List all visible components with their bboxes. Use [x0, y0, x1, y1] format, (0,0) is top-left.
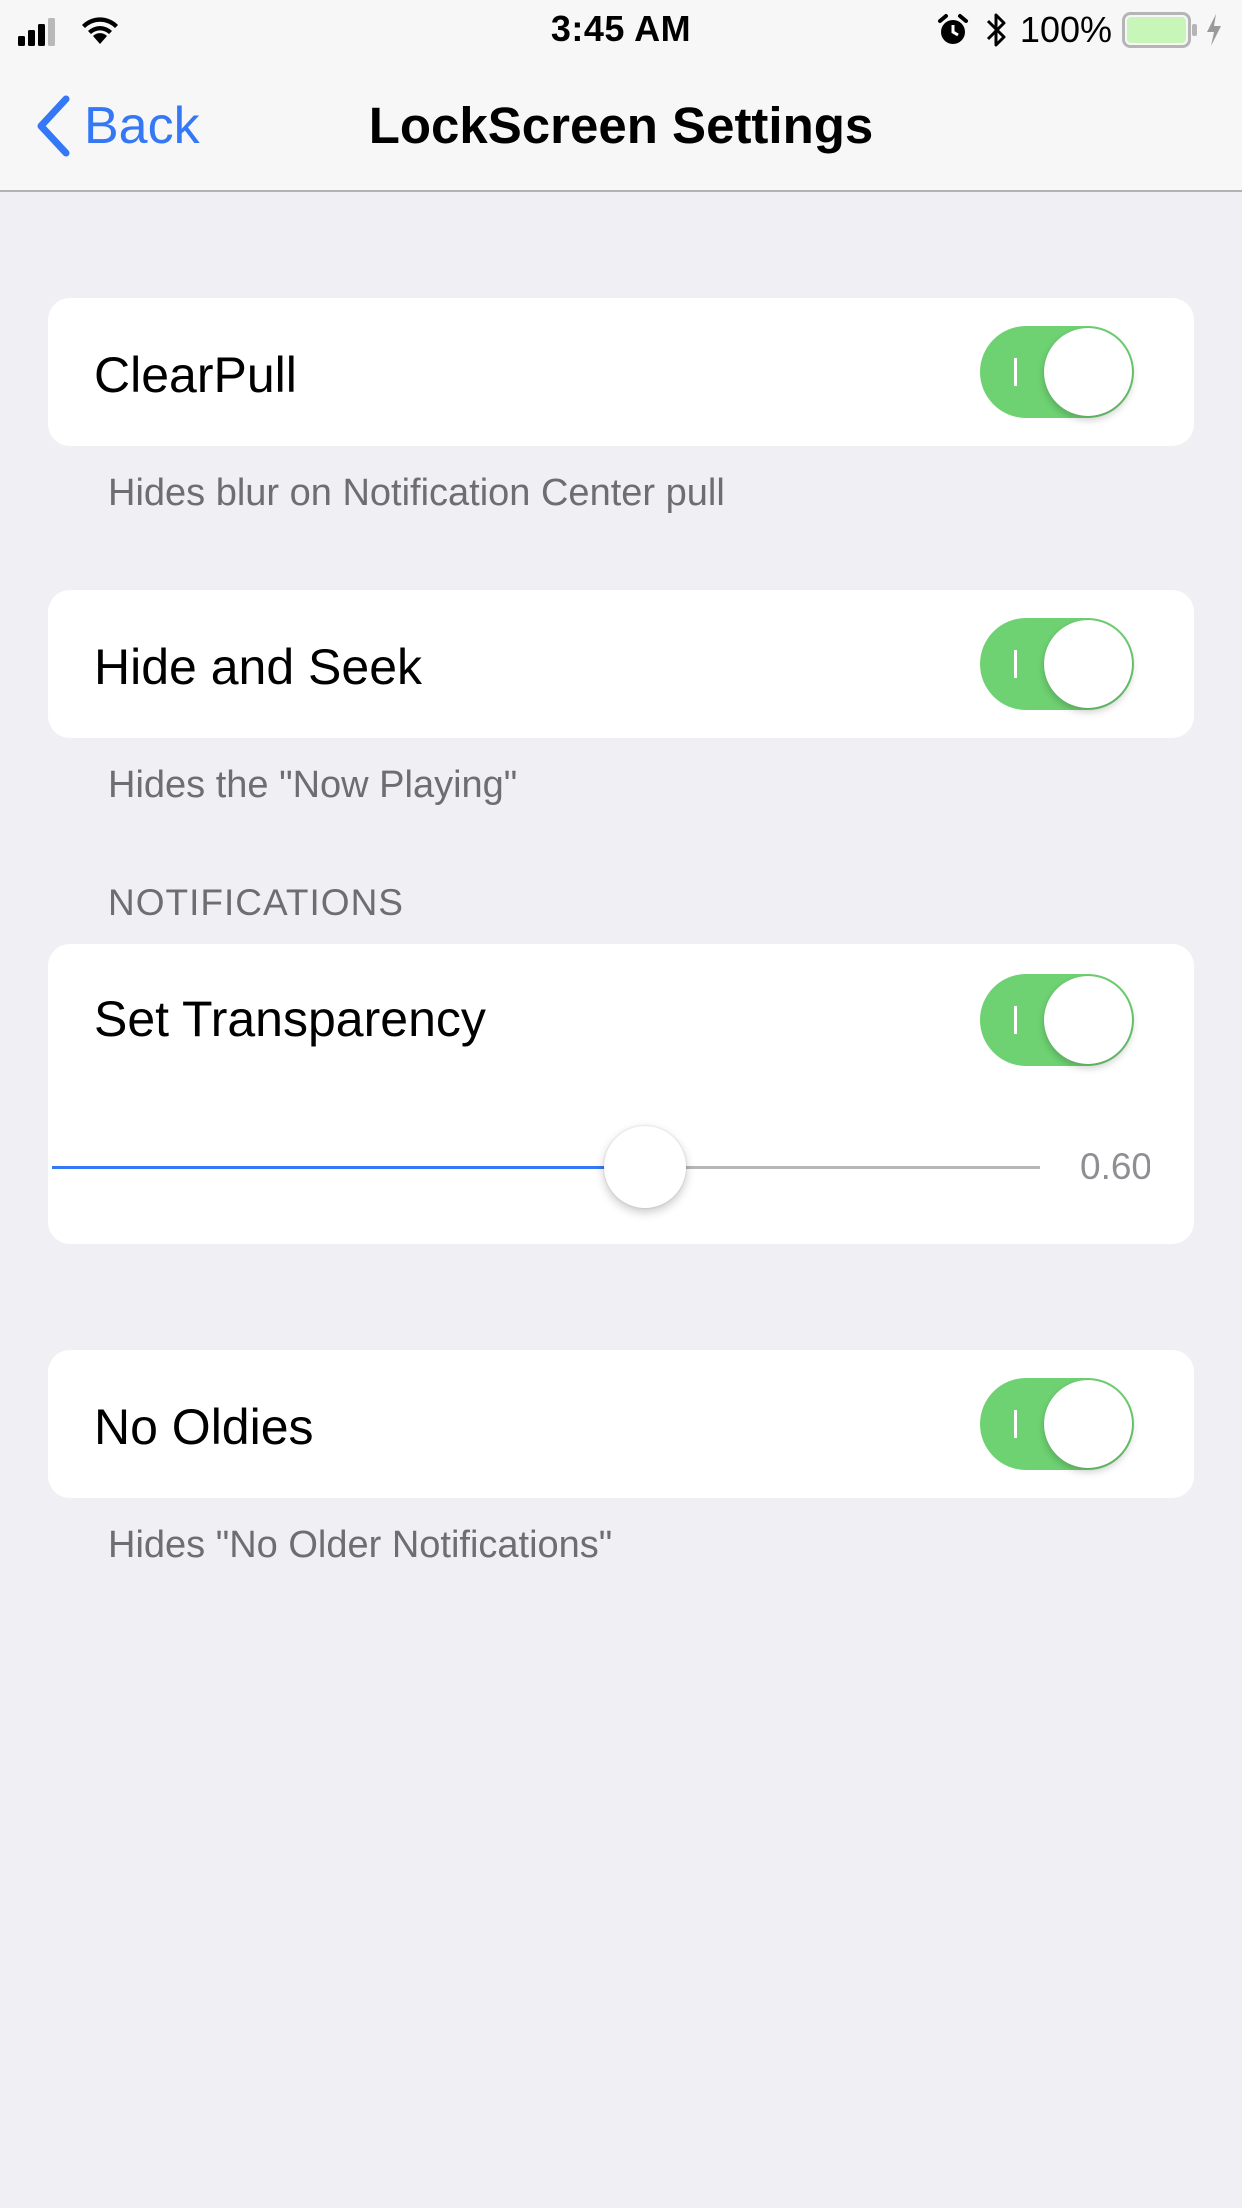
hide-and-seek-footer: Hides the "Now Playing" — [108, 764, 518, 806]
clearpull-label: ClearPull — [94, 347, 297, 403]
hide-and-seek-cell: Hide and Seek — [48, 590, 1194, 738]
clearpull-footer: Hides blur on Notification Center pull — [108, 472, 725, 514]
clearpull-cell: ClearPull — [48, 298, 1194, 446]
status-bar: 3:45 AM 100% — [0, 0, 1242, 60]
no-oldies-cell: No Oldies — [48, 1350, 1194, 1498]
no-oldies-footer: Hides "No Older Notifications" — [108, 1524, 613, 1566]
battery-percent: 100% — [1019, 9, 1112, 50]
toggle-on-mark — [1014, 358, 1017, 386]
no-oldies-label: No Oldies — [94, 1399, 314, 1455]
hide-and-seek-toggle[interactable] — [980, 618, 1134, 710]
toggle-knob — [1044, 1380, 1132, 1468]
toggle-knob — [1044, 328, 1132, 416]
clearpull-toggle[interactable] — [980, 326, 1134, 418]
charging-icon — [1207, 14, 1221, 46]
status-right: 100% — [936, 9, 1224, 50]
navigation-bar: Back LockScreen Settings — [0, 60, 1242, 192]
transparency-value: 0.60 — [1080, 1146, 1150, 1187]
set-transparency-toggle[interactable] — [980, 974, 1134, 1066]
toggle-on-mark — [1014, 1006, 1017, 1034]
set-transparency-label: Set Transparency — [94, 991, 486, 1047]
toggle-knob — [1044, 620, 1132, 708]
toggle-knob — [1044, 976, 1132, 1064]
page-title: LockScreen Settings — [368, 97, 874, 154]
toggle-on-mark — [1014, 1410, 1017, 1438]
bluetooth-icon — [986, 13, 1006, 47]
transparency-slider-track[interactable] — [52, 1166, 1040, 1169]
battery-icon — [1122, 12, 1197, 48]
alarm-icon — [937, 14, 968, 44]
no-oldies-toggle[interactable] — [980, 1378, 1134, 1470]
toggle-on-mark — [1014, 650, 1017, 678]
transparency-slider-thumb[interactable] — [603, 1126, 686, 1208]
notifications-section-header: NOTIFICATIONS — [108, 882, 404, 923]
hide-and-seek-label: Hide and Seek — [94, 639, 423, 695]
transparency-slider-fill — [52, 1166, 645, 1169]
